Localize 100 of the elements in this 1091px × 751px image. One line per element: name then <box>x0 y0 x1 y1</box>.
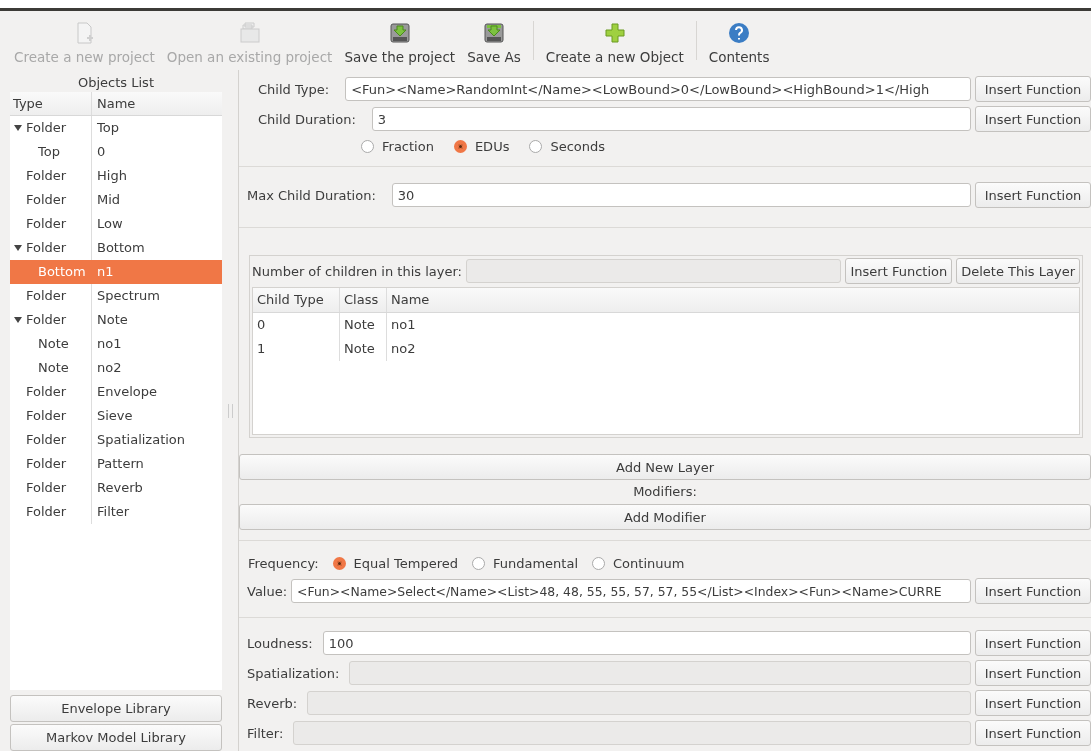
tree-row[interactable]: Folder Mid <box>10 188 222 212</box>
tree-row[interactable]: Folder Spatialization <box>10 428 222 452</box>
insert-function-button[interactable]: Insert Function <box>975 76 1091 102</box>
panel-title: Objects List <box>77 74 155 92</box>
tree-cell: no2 <box>97 360 122 375</box>
tree-row[interactable]: Top 0 <box>10 140 222 164</box>
field-label: Child Duration: <box>258 111 357 127</box>
table-cell: 0 <box>257 317 266 332</box>
tree-cell: n1 <box>97 264 114 279</box>
tree-cell-text: Folder <box>26 431 67 449</box>
tree-row[interactable]: Folder Sieve <box>10 404 222 428</box>
tree-cell-text: Note <box>38 359 69 377</box>
toolbar-button[interactable]: Create a new Object <box>539 11 690 70</box>
tree-cell: Pattern <box>97 456 144 471</box>
expander-icon[interactable] <box>14 124 22 132</box>
tree-row[interactable]: Folder Low <box>10 212 222 236</box>
field-label: Value: <box>247 583 288 599</box>
tree-row[interactable]: Note no2 <box>10 356 222 380</box>
field-label: Child Type: <box>258 81 331 97</box>
tree-row[interactable]: Note no1 <box>10 332 222 356</box>
tree-row[interactable]: Folder High <box>10 164 222 188</box>
tree-cell: High <box>97 168 127 183</box>
radio-icon[interactable] <box>592 556 605 570</box>
radio-icon[interactable] <box>332 556 346 570</box>
tree-cell: Low <box>97 216 123 231</box>
tree-cell: Spatialization <box>97 432 186 447</box>
tree-cell-text: Top <box>38 143 60 161</box>
tree-row[interactable]: Folder Reverb <box>10 476 222 500</box>
add-modifier-button[interactable]: Add Modifier <box>239 504 1091 530</box>
tree-cell: 0 <box>97 144 106 159</box>
library-button[interactable]: Envelope Library <box>10 695 222 722</box>
tree-cell-text: Folder <box>26 191 67 209</box>
field-label: Frequency: <box>248 555 319 571</box>
tree-cell: Top <box>97 120 119 135</box>
tree-row[interactable]: Folder Pattern <box>10 452 222 476</box>
column-header[interactable]: Type <box>10 92 92 115</box>
radio-button[interactable]: Equal Tempered <box>332 555 458 571</box>
tree-row[interactable]: Folder Envelope <box>10 380 222 404</box>
field-label: Max Child Duration: <box>247 187 377 203</box>
add-layer-button[interactable]: Add New Layer <box>239 454 1091 480</box>
tree-row[interactable]: Folder Top <box>10 116 222 140</box>
tree-cell-text: Folder <box>26 239 67 257</box>
tree-cell-text: Folder <box>26 167 67 185</box>
tree-cell: Envelope <box>97 384 157 399</box>
tree-cell: no1 <box>97 336 122 351</box>
tree-cell: Reverb <box>97 480 143 495</box>
field-label: Number of children in this layer: <box>252 263 462 279</box>
radio-button[interactable]: Continuum <box>592 555 685 571</box>
tree-cell-text: Folder <box>26 383 67 401</box>
toolbar-button[interactable]: Contents <box>702 11 776 70</box>
toolbar-button[interactable]: Save As <box>461 11 527 70</box>
table-cell: 1 <box>257 341 266 356</box>
tree-cell-text: Folder <box>26 479 67 497</box>
save-icon <box>387 21 412 45</box>
field-label: Filter: <box>247 725 285 741</box>
expander-icon[interactable] <box>14 244 22 252</box>
tree-row[interactable]: Folder Spectrum <box>10 284 222 308</box>
field-label: Loudness: <box>247 635 314 651</box>
section-label: Modifiers: <box>632 483 698 501</box>
expander-icon[interactable] <box>14 316 22 324</box>
tree-cell-text: Folder <box>26 503 67 521</box>
radio-icon[interactable] <box>529 139 543 153</box>
radio-button[interactable]: Fraction <box>361 138 434 154</box>
tree-cell: Sieve <box>97 408 133 423</box>
insert-function-button[interactable]: Insert Function <box>975 630 1091 656</box>
input-field[interactable]: 30 <box>391 183 971 207</box>
tree-cell: Mid <box>97 192 121 207</box>
table-cell: Note <box>344 341 375 356</box>
insert-function-button[interactable]: Insert Function <box>975 182 1091 208</box>
tree-cell-text: Folder <box>26 119 67 137</box>
table-cell: no1 <box>391 317 416 332</box>
tree-cell: Bottom <box>97 240 145 255</box>
table-cell: no2 <box>391 341 416 356</box>
tree-cell-text: Folder <box>26 407 67 425</box>
splitter-handle[interactable] <box>227 403 233 418</box>
help-icon <box>727 21 752 45</box>
insert-function-button[interactable]: Insert Function <box>975 106 1091 132</box>
tree-cell-text: Folder <box>26 287 67 305</box>
tree-row[interactable]: Folder Filter <box>10 500 222 524</box>
input-field[interactable]: <Fun><Name>RandomInt</Name><LowBound>0</LowBound><HighBound>1</High <box>345 77 971 101</box>
input-field[interactable]: 3 <box>371 107 971 131</box>
radio-icon[interactable] <box>361 139 374 153</box>
field-label: Reverb: <box>247 695 299 711</box>
radio-icon[interactable] <box>471 556 485 570</box>
tree-cell: Spectrum <box>97 288 160 303</box>
save-as-icon <box>482 21 506 45</box>
input-field[interactable]: 100 <box>322 631 971 655</box>
toolbar-button[interactable]: Save the project <box>338 11 462 70</box>
radio-button[interactable]: Seconds <box>529 138 606 154</box>
insert-function-button[interactable]: Insert Function <box>975 578 1091 604</box>
column-header[interactable]: Name <box>92 92 136 115</box>
tree-cell: Filter <box>97 504 130 519</box>
input-field[interactable]: <Fun><Name>Select</Name><List>48, 48, 55, 55, 57, 57, 55</List><Index><Fun><Name>CURRE <box>291 579 971 603</box>
radio-button[interactable]: EDUs <box>453 138 510 154</box>
library-button[interactable]: Markov Model Library <box>10 724 222 751</box>
radio-icon[interactable] <box>453 139 467 153</box>
field-label: Spatialization: <box>247 665 341 681</box>
tree-cell-text: Folder <box>26 455 67 473</box>
radio-button[interactable]: Fundamental <box>471 555 578 571</box>
tree-row[interactable]: Folder Note <box>10 308 222 332</box>
